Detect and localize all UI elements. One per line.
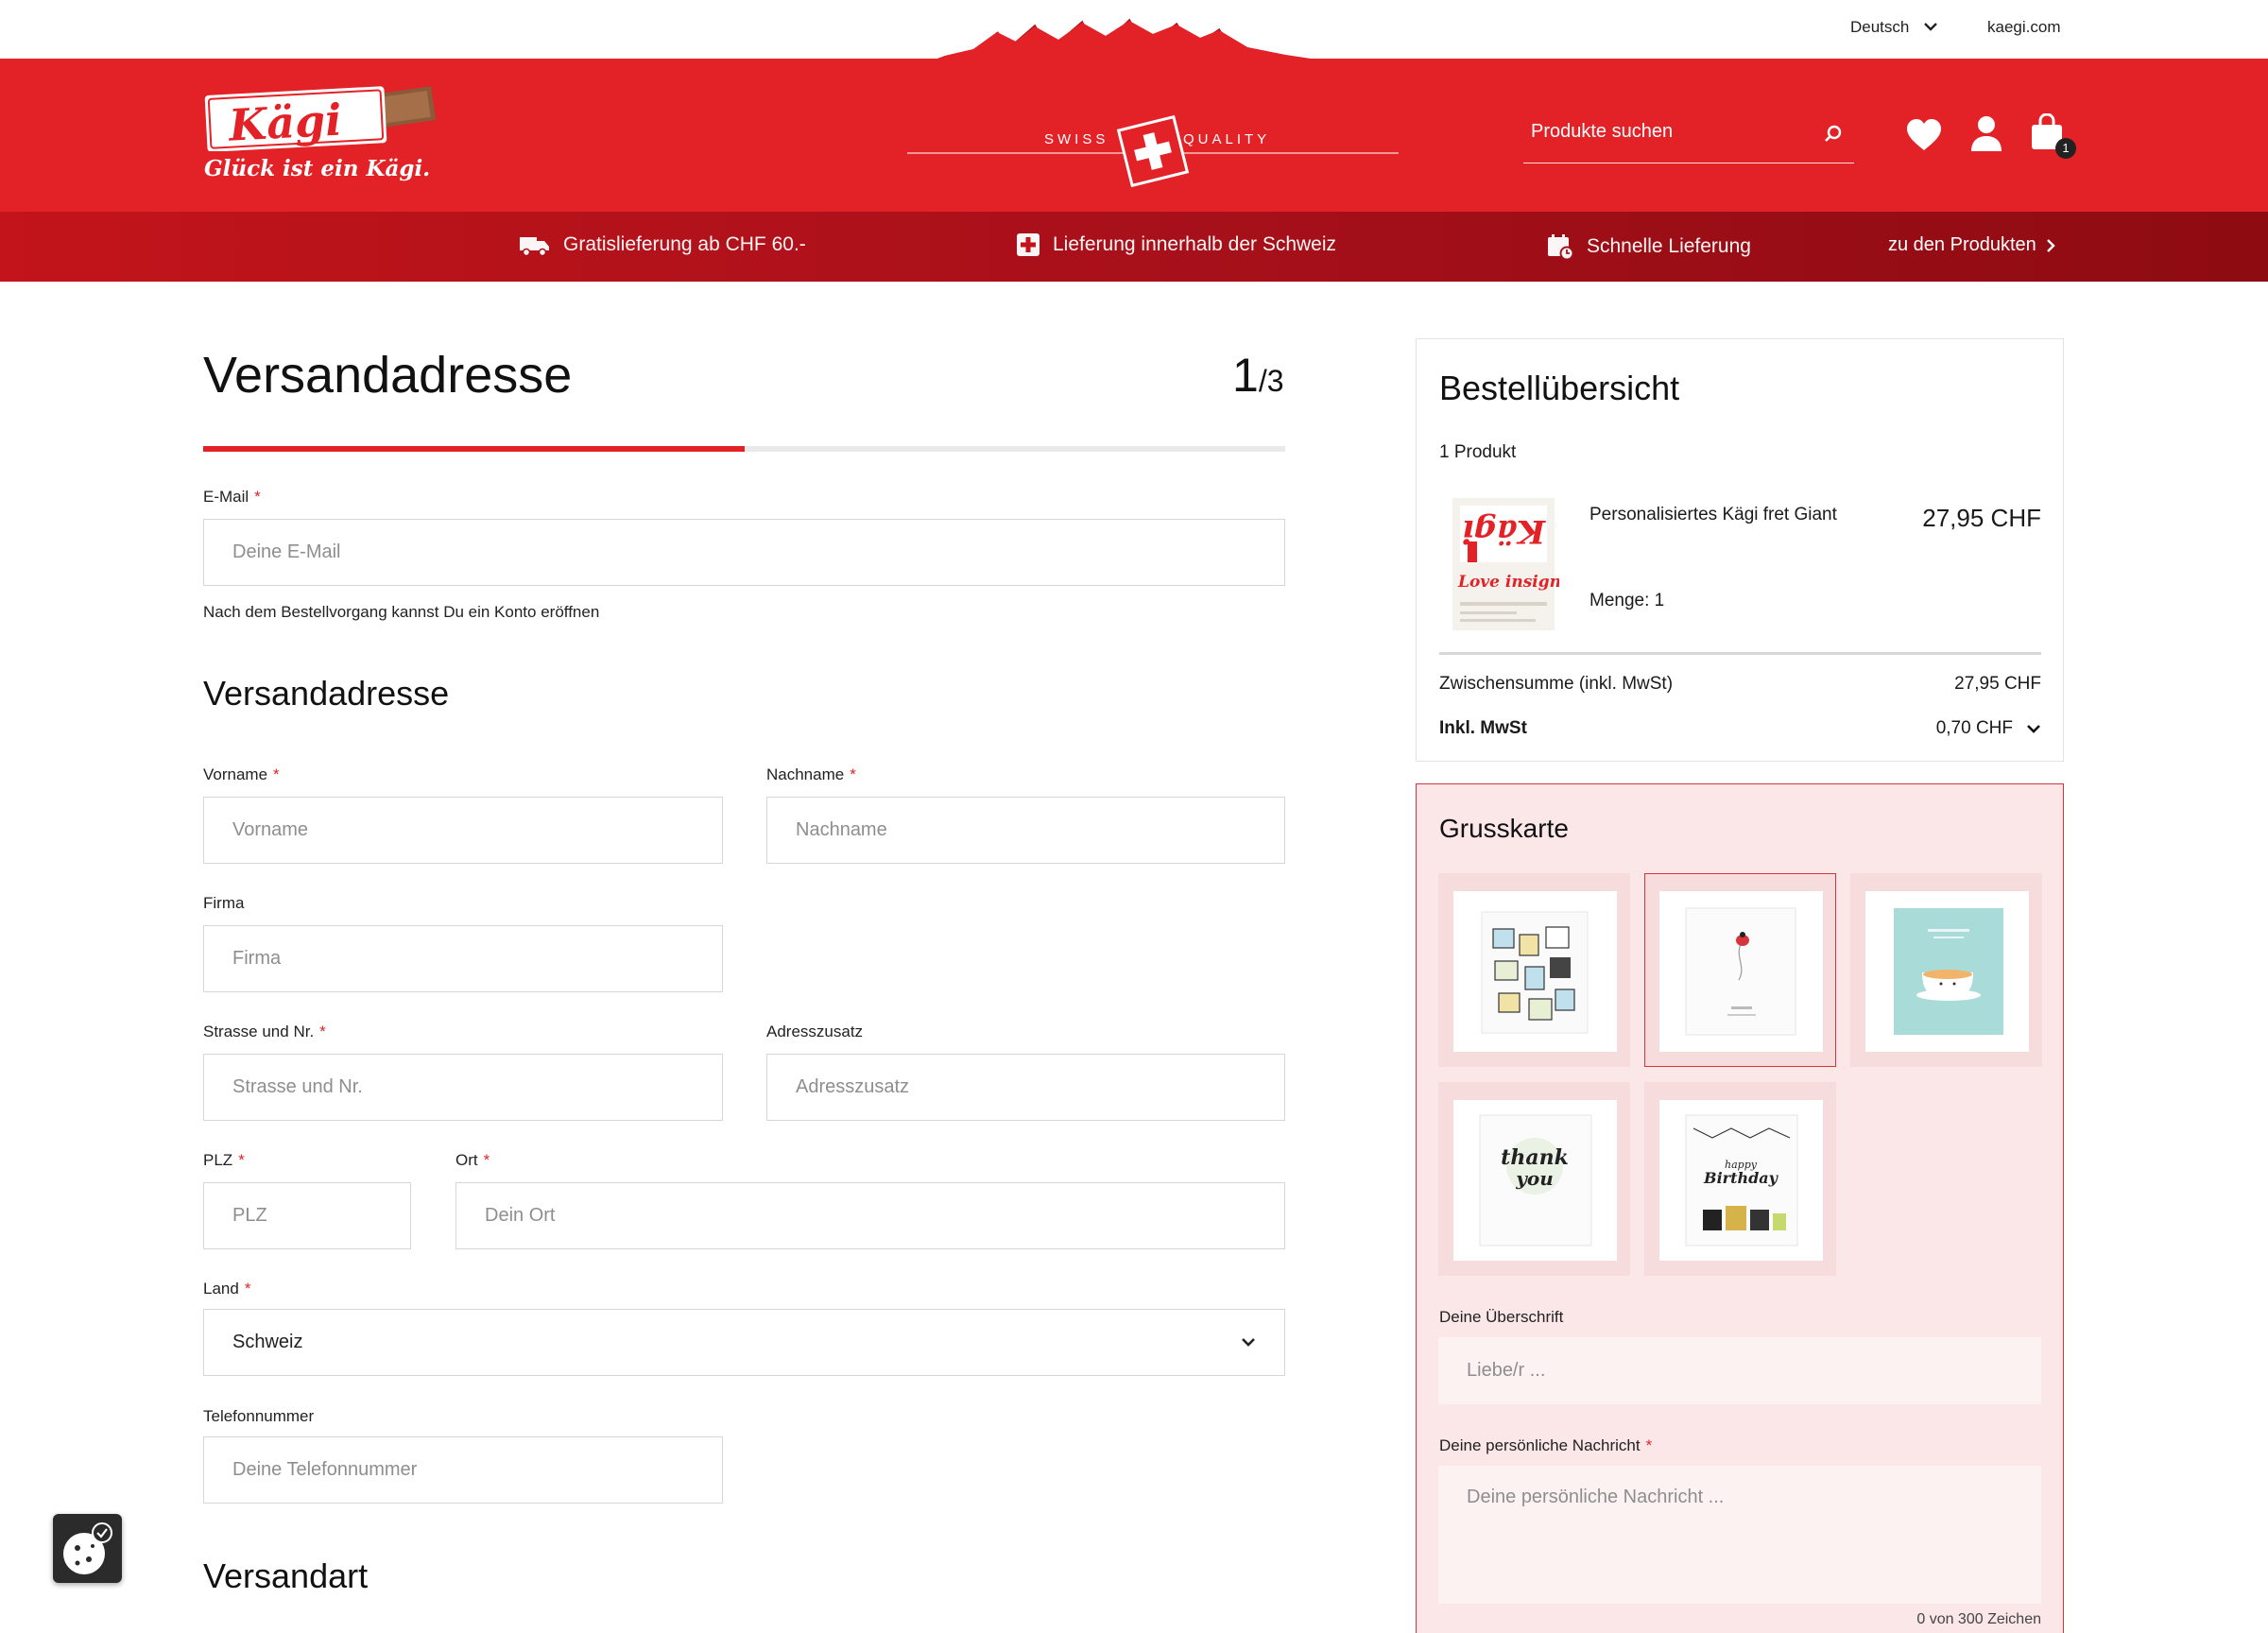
coffee-card-image <box>1865 891 2029 1052</box>
search-box <box>1523 112 1854 163</box>
step-current: 1 <box>1232 349 1259 402</box>
chevron-down-icon <box>1924 23 1938 31</box>
svg-text:you: you <box>1515 1167 1554 1190</box>
phone-label: Telefonnummer <box>203 1407 315 1425</box>
product-name: Personalisiertes Kägi fret Giant <box>1589 505 1837 524</box>
search-input[interactable] <box>1531 121 1814 143</box>
shipping-method-heading: Versandart <box>203 1556 369 1595</box>
cookie-settings-button[interactable] <box>53 1514 122 1583</box>
street-label: Strasse und Nr. * <box>203 1023 326 1040</box>
wishlist-heart-icon[interactable] <box>1906 119 1942 151</box>
email-field[interactable] <box>203 519 1285 586</box>
svg-text:QUALITY: QUALITY <box>1183 131 1270 147</box>
card-option-coffee[interactable] <box>1850 873 2042 1067</box>
ladybug-card-image <box>1659 891 1823 1052</box>
summary-divider <box>1439 652 2041 655</box>
cookie-icon <box>63 1522 112 1574</box>
card-option-ladybug[interactable] <box>1644 873 1836 1067</box>
address-section-heading: Versandadresse <box>203 674 450 713</box>
city-field[interactable] <box>455 1182 1285 1249</box>
firstname-label: Vorname * <box>203 765 280 783</box>
usp-free-delivery: Gratislieferung ab CHF 60.- <box>520 233 806 256</box>
addition-label: Adresszusatz <box>766 1023 864 1040</box>
products-link[interactable]: zu den Produkten <box>1888 234 2055 256</box>
greeting-card-title: Grusskarte <box>1439 814 1569 843</box>
subtotal-label: Zwischensumme (inkl. MwSt) <box>1439 674 1674 694</box>
account-user-icon[interactable] <box>1970 115 2002 151</box>
language-label: Deutsch <box>1850 18 1910 36</box>
country-label: Land * <box>203 1280 251 1298</box>
svg-text:Birthday: Birthday <box>1703 1169 1779 1187</box>
character-counter: 0 von 300 Zeichen <box>1916 1611 2041 1627</box>
country-select[interactable]: Schweiz <box>203 1309 1285 1376</box>
mountain-peaks <box>907 21 1380 70</box>
svg-text:Kägi: Kägi <box>226 95 343 151</box>
step-indicator: 1/3 <box>1232 348 1284 403</box>
country-value: Schweiz <box>232 1332 303 1352</box>
city-label: Ort * <box>455 1151 490 1169</box>
usp-label: Gratislieferung ab CHF 60.- <box>563 233 806 255</box>
card-option-gifts[interactable] <box>1438 873 1630 1067</box>
lastname-label: Nachname * <box>766 765 856 783</box>
addition-field[interactable] <box>766 1054 1285 1121</box>
company-label: Firma <box>203 894 245 912</box>
truck-icon <box>520 237 549 256</box>
street-field[interactable] <box>203 1054 723 1121</box>
products-link-label: zu den Produkten <box>1888 234 2036 255</box>
message-label: Deine persönliche Nachricht * <box>1439 1436 1653 1454</box>
product-quantity: Menge: 1 <box>1589 591 1665 610</box>
step-total: /3 <box>1258 364 1284 398</box>
zip-field[interactable] <box>203 1182 411 1249</box>
language-selector[interactable]: Deutsch <box>1850 18 1938 37</box>
chevron-down-icon <box>2027 724 2040 733</box>
thank-you-card-image: thank you <box>1453 1100 1617 1261</box>
cart-count-badge: 1 <box>2055 138 2076 159</box>
swiss-cross-icon <box>1017 233 1040 256</box>
lastname-field[interactable] <box>766 797 1285 864</box>
progress-fill <box>203 446 745 452</box>
zip-label: PLZ * <box>203 1151 245 1169</box>
page-title: Versandadresse <box>203 347 573 404</box>
calendar-clock-icon <box>1548 234 1573 260</box>
product-price: 27,95 CHF <box>1922 504 2041 532</box>
card-heading-field[interactable] <box>1438 1337 2041 1404</box>
site-link[interactable]: kaegi.com <box>1987 18 2060 37</box>
swiss-quality-badge: SWISS QUALITY <box>907 114 1399 188</box>
tax-toggle[interactable]: 0,70 CHF <box>1866 718 2041 739</box>
heading-label: Deine Überschrift <box>1439 1308 1564 1326</box>
product-image[interactable]: Kägi Love insign <box>1449 496 1559 633</box>
logo-tagline: Glück ist ein Kägi. <box>204 156 431 181</box>
birthday-card-image: happy Birthday <box>1659 1100 1823 1261</box>
usp-switzerland: Lieferung innerhalb der Schweiz <box>1017 233 1336 256</box>
swiss-flag-icon <box>1116 114 1190 188</box>
card-option-thank-you[interactable]: thank you <box>1438 1082 1630 1276</box>
card-option-happy-birthday[interactable]: happy Birthday <box>1644 1082 1836 1276</box>
usp-label: Schnelle Lieferung <box>1587 235 1751 257</box>
subtotal-value: 27,95 CHF <box>1954 674 2041 694</box>
account-hint: Nach dem Bestellvorgang kannst Du ein Ko… <box>203 603 600 621</box>
card-message-field[interactable] <box>1438 1466 2041 1604</box>
search-icon[interactable] <box>1824 125 1843 144</box>
firstname-field[interactable] <box>203 797 723 864</box>
usp-fast-delivery: Schnelle Lieferung <box>1547 233 1751 260</box>
summary-title: Bestellübersicht <box>1439 369 1680 407</box>
company-field[interactable] <box>203 925 723 992</box>
svg-text:SWISS: SWISS <box>1044 131 1108 147</box>
svg-text:Love insign: Love insign <box>1457 573 1559 592</box>
usp-label: Lieferung innerhalb der Schweiz <box>1053 233 1337 255</box>
email-label: E-Mail * <box>203 488 261 506</box>
chevron-right-icon <box>2046 238 2055 252</box>
tax-value: 0,70 CHF <box>1935 718 2013 738</box>
phone-field[interactable] <box>203 1436 723 1504</box>
product-count: 1 Produkt <box>1439 442 1517 462</box>
logo-bar-icon: Kägi <box>204 86 437 152</box>
chevron-down-icon <box>1242 1338 1255 1347</box>
gifts-card-image <box>1453 891 1617 1052</box>
tax-label: Inkl. MwSt <box>1439 718 1527 738</box>
